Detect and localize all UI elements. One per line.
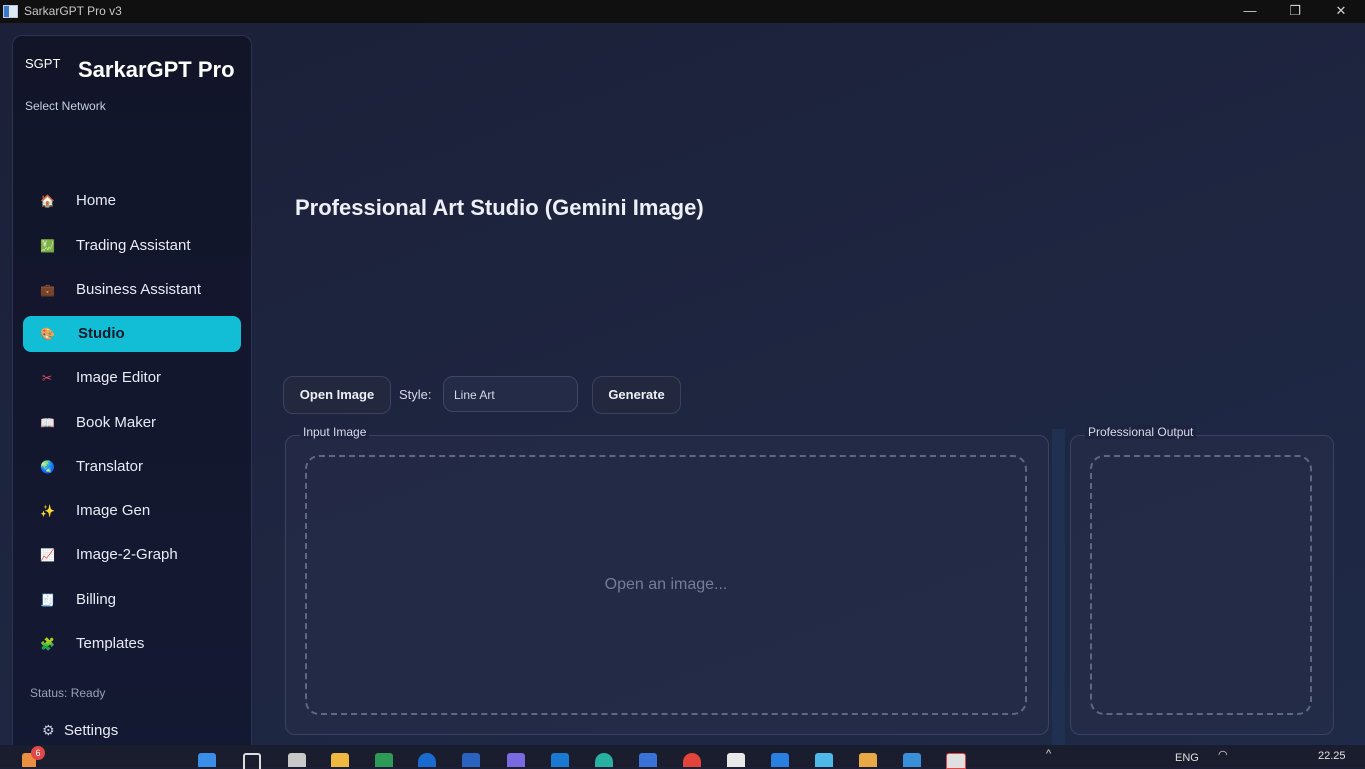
puzzle-icon: 🧩 (40, 637, 55, 651)
scissors-icon: ✂ (41, 371, 53, 385)
title-bar: SarkarGPT Pro v3 — ❐ ✕ (0, 0, 1365, 23)
sidebar-item-label: Trading Assistant (76, 237, 191, 254)
close-button[interactable]: ✕ (1318, 0, 1364, 23)
maximize-button[interactable]: ❐ (1272, 0, 1318, 23)
input-panel-label: Input Image (300, 425, 370, 439)
output-area (1090, 455, 1312, 715)
excel-icon[interactable] (375, 753, 393, 767)
splitter-handle[interactable] (1052, 429, 1065, 760)
sidebar-item-label: Business Assistant (76, 281, 202, 298)
sidebar: SGPT SarkarGPT Pro Select Network 🏠 Home 💹… (12, 35, 252, 755)
wifi-icon[interactable]: ◠ (1218, 748, 1228, 761)
sidebar-item-translator[interactable]: 🌏 Translator (23, 449, 241, 485)
hp-icon[interactable] (418, 753, 436, 767)
sidebar-item-billing[interactable]: 🧾 Billing (23, 582, 241, 618)
line-chart-icon: 📈 (40, 548, 55, 562)
outlook-icon[interactable] (551, 753, 569, 767)
sparkles-icon: ✨ (40, 504, 55, 518)
logo-title: SarkarGPT Pro (78, 57, 235, 82)
chart-up-icon: 💹 (40, 239, 55, 253)
logo-small: SGPT (25, 56, 61, 71)
app-icon (3, 5, 18, 18)
language-indicator[interactable]: ENG (1175, 752, 1199, 764)
sidebar-item-label: Book Maker (76, 414, 157, 431)
sidebar-item-label: Image Gen (76, 502, 151, 519)
taskbar: 6 ^ ENG ◠ 22.25 (0, 745, 1365, 769)
chevron-up-icon[interactable]: ^ (1046, 748, 1051, 760)
sidebar-item-label: Studio (78, 325, 125, 342)
sidebar-item-label: Image-2-Graph (76, 546, 178, 563)
gear-icon: ⚙ (42, 722, 55, 738)
generate-button[interactable]: Generate (592, 376, 681, 414)
briefcase-icon: 💼 (40, 283, 55, 297)
clock-time[interactable]: 22.25 (1318, 750, 1346, 762)
sidebar-item-image-2-graph[interactable]: 📈 Image-2-Graph (23, 537, 241, 573)
edge-icon[interactable] (595, 753, 613, 767)
page-title: Professional Art Studio (Gemini Image) (295, 195, 704, 220)
status-text: Status: Ready (30, 686, 106, 700)
teams-icon[interactable] (507, 753, 525, 767)
sidebar-item-book-maker[interactable]: 📖 Book Maker (23, 405, 241, 441)
sidebar-item-business-assistant[interactable]: 💼 Business Assistant (23, 272, 241, 308)
palette-icon: 🎨 (40, 327, 55, 341)
input-image-panel: Open an image... (285, 435, 1049, 735)
style-label: Style: (399, 387, 432, 402)
settings-label: Settings (64, 722, 119, 739)
app-icon-blue[interactable] (771, 753, 789, 767)
photos-icon[interactable] (903, 753, 921, 767)
notepad-icon[interactable] (815, 753, 833, 767)
word-icon[interactable] (462, 753, 480, 767)
sidebar-item-label: Templates (76, 635, 145, 652)
start-icon[interactable] (198, 753, 216, 767)
document-icon[interactable] (727, 753, 745, 767)
task-view-icon[interactable] (288, 753, 306, 767)
sidebar-item-image-editor[interactable]: ✂ Image Editor (23, 360, 241, 396)
sidebar-item-label: Home (76, 192, 117, 209)
globe-icon: 🌏 (40, 460, 55, 474)
input-placeholder: Open an image... (604, 576, 728, 593)
input-dropzone[interactable]: Open an image... (305, 455, 1027, 715)
sidebar-item-studio[interactable]: 🎨 Studio (23, 316, 241, 352)
house-icon: 🏠 (40, 194, 55, 208)
chrome-icon[interactable] (683, 753, 701, 767)
style-select[interactable]: Line Art (443, 376, 578, 412)
notification-badge: 6 (31, 746, 45, 760)
sidebar-item-label: Image Editor (76, 369, 162, 386)
sidebar-item-label: Translator (76, 458, 143, 475)
sidebar-item-label: Billing (76, 591, 117, 608)
book-icon: 📖 (40, 416, 55, 430)
output-panel-label: Professional Output (1085, 425, 1197, 439)
sidebar-item-image-gen[interactable]: ✨ Image Gen (23, 493, 241, 529)
sidebar-item-trading-assistant[interactable]: 💹 Trading Assistant (23, 228, 241, 264)
output-panel (1070, 435, 1334, 735)
file-explorer-icon[interactable] (331, 753, 349, 767)
sidebar-item-home[interactable]: 🏠 Home (23, 183, 241, 219)
open-image-button[interactable]: Open Image (283, 376, 391, 414)
media-icon[interactable] (859, 753, 877, 767)
sidebar-item-templates[interactable]: 🧩 Templates (23, 626, 241, 662)
receipt-icon: 🧾 (40, 593, 55, 607)
app-main: SGPT SarkarGPT Pro Select Network 🏠 Home 💹… (0, 23, 1365, 767)
network-select-label[interactable]: Select Network (25, 99, 106, 113)
minimize-button[interactable]: — (1227, 0, 1273, 23)
window-title: SarkarGPT Pro v3 (24, 4, 122, 18)
word-doc-icon[interactable] (639, 753, 657, 767)
settings-button[interactable]: ⚙ Settings (30, 720, 150, 744)
